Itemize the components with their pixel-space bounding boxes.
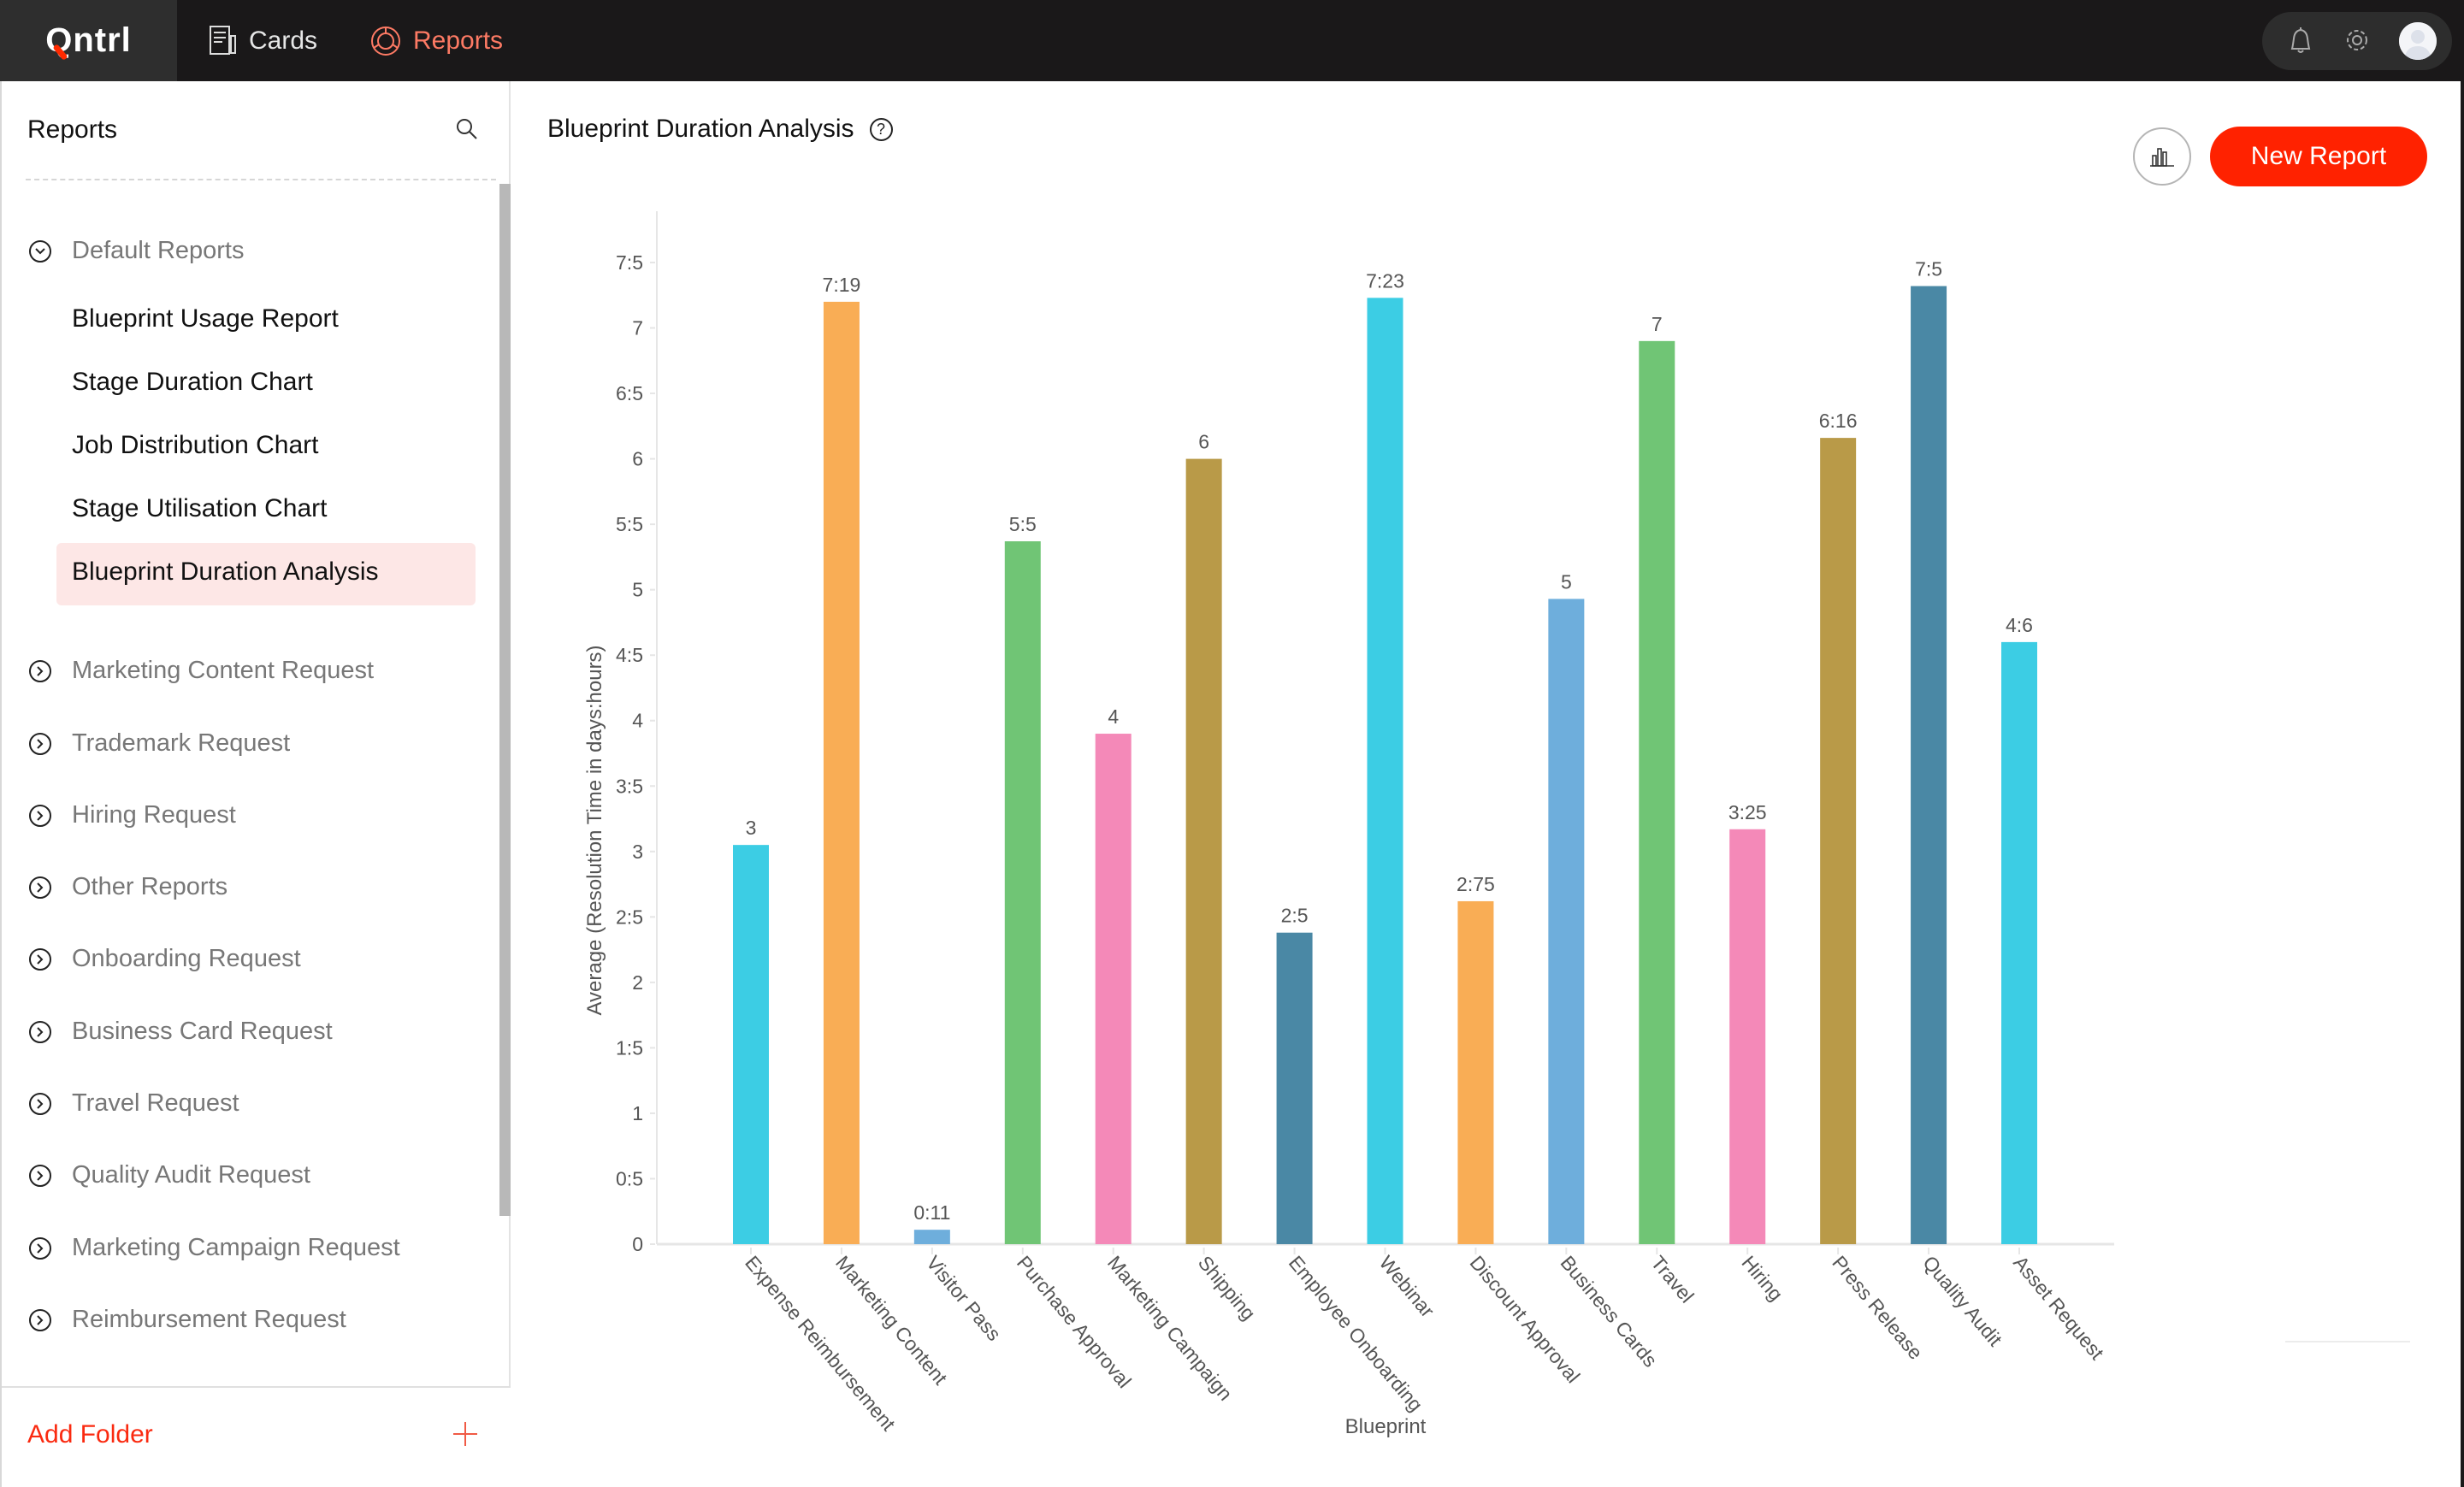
y-axis-title: Average (Resolution Time in days:hours) <box>583 645 606 1015</box>
bar <box>733 845 769 1244</box>
data-label: 7:19 <box>823 274 861 296</box>
bar <box>1095 734 1132 1244</box>
data-label: 5:5 <box>1009 513 1037 535</box>
data-label: 4 <box>1108 705 1119 728</box>
x-tick-label: Visitor Pass <box>922 1252 1006 1345</box>
data-label: 4:6 <box>2006 614 2033 636</box>
y-tick-label: 5:5 <box>616 513 643 535</box>
x-axis-title: Blueprint <box>1345 1415 1427 1438</box>
y-tick-label: 4 <box>632 710 643 732</box>
data-label: 7 <box>1652 313 1663 335</box>
data-label: 2:5 <box>1281 905 1309 927</box>
y-tick-label: 6 <box>632 448 643 470</box>
bar <box>1911 286 1947 1244</box>
bar <box>913 1230 950 1244</box>
x-tick-label: Webinar <box>1375 1252 1439 1322</box>
y-tick-label: 2:5 <box>616 906 643 928</box>
y-tick-label: 7 <box>632 317 643 339</box>
y-tick-label: 5 <box>632 579 643 601</box>
bar <box>2001 641 2037 1244</box>
bar <box>1185 458 1222 1244</box>
bar <box>1276 932 1313 1244</box>
x-tick-label: Quality Audit <box>1918 1252 2006 1351</box>
data-label: 7:23 <box>1366 269 1404 292</box>
bar <box>1367 298 1403 1244</box>
bar <box>1457 900 1494 1244</box>
y-tick-label: 1:5 <box>616 1036 643 1059</box>
data-label: 3:25 <box>1728 801 1767 823</box>
x-tick-label: Shipping <box>1194 1252 1260 1325</box>
y-tick-label: 0:5 <box>616 1167 643 1189</box>
bar <box>1639 340 1675 1245</box>
x-tick-label: Hiring <box>1737 1252 1787 1306</box>
x-tick-label: Press Release <box>1828 1252 1927 1364</box>
x-tick-label: Business Cards <box>1557 1252 1662 1372</box>
y-tick-label: 2 <box>632 971 643 994</box>
data-label: 6 <box>1198 431 1209 453</box>
data-label: 7:5 <box>1915 258 1942 280</box>
data-label: 2:75 <box>1457 873 1495 895</box>
data-label: 5 <box>1561 570 1572 593</box>
bar <box>1820 438 1857 1244</box>
y-tick-label: 3:5 <box>616 775 643 797</box>
bar-chart: 0 0:5 1 1:5 2 2:5 3 3:5 4 4:5 5 5:5 6 6:5 7 7:5 Average … <box>583 211 2114 1438</box>
y-tick-label: 3 <box>632 841 643 863</box>
data-label: 3 <box>746 817 757 839</box>
bar <box>1004 541 1041 1244</box>
y-tick-label: 0 <box>632 1233 643 1255</box>
x-tick-label: Travel <box>1646 1252 1698 1307</box>
y-tick-label: 7:5 <box>616 251 643 274</box>
x-tick-label: Asset Request <box>2009 1252 2108 1365</box>
y-tick-label: 4:5 <box>616 644 643 666</box>
data-label: 0:11 <box>913 1201 950 1224</box>
y-tick-label: 6:5 <box>616 382 643 404</box>
bar <box>1548 599 1585 1244</box>
data-label: 6:16 <box>1819 410 1858 432</box>
y-tick-label: 1 <box>632 1102 643 1124</box>
bar <box>1729 829 1766 1244</box>
bar <box>823 301 860 1244</box>
x-tick-label: Expense Reimbursement <box>741 1252 900 1436</box>
